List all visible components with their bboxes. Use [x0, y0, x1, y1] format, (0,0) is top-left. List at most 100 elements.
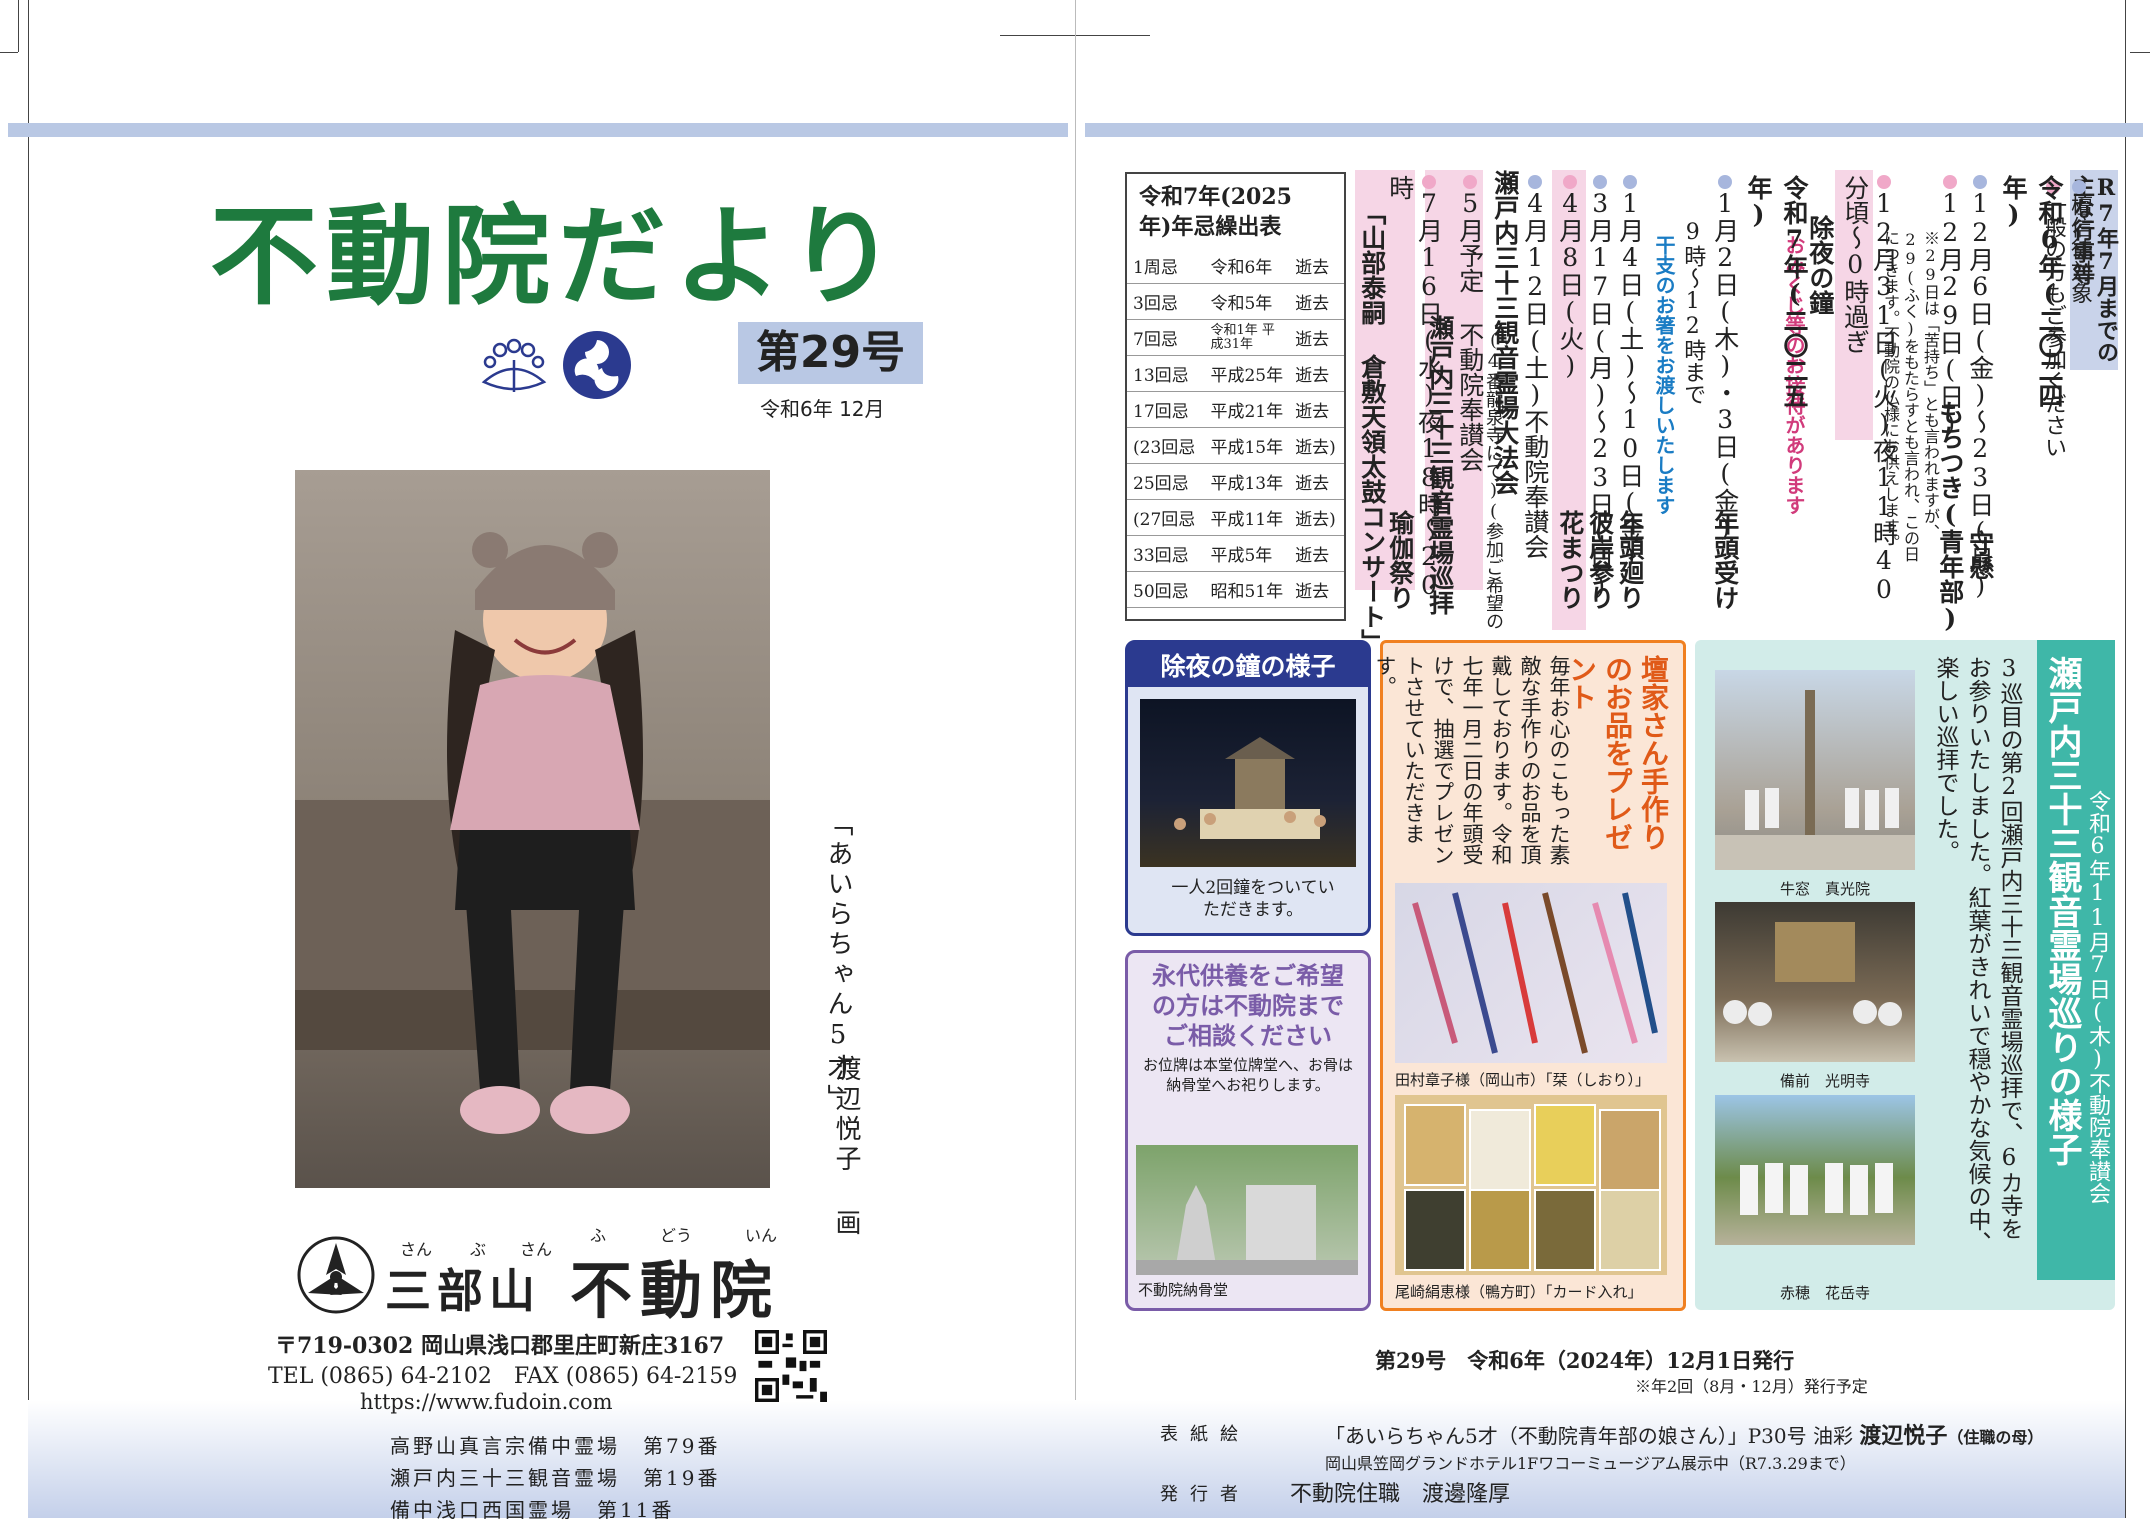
nenki-row: 50回忌 昭和51年 逝去 [1127, 571, 1344, 608]
eitai-panel: 永代供養をご希望の方は不動院までご相談ください お位牌は本堂位牌堂へ、お骨は納骨… [1125, 950, 1371, 1311]
temple-crest-icon [297, 1236, 375, 1314]
crop-mark [0, 52, 18, 53]
nenki-kaiki: (23回忌 [1127, 427, 1205, 464]
cover-label: 表紙絵 [1160, 1424, 1250, 1445]
masthead-title: 不動院だより [210, 195, 904, 320]
crop-mark [28, 0, 29, 70]
crop-mark [28, 70, 29, 1518]
nenki-kaiki: 13回忌 [1127, 355, 1205, 392]
publication-note: ※年2回（8月・12月）発行予定 [1635, 1377, 1868, 1396]
registrations: 高野山真言宗備中霊場 第79番 瀬戸内三十三観音霊場 第19番 備中浅口西国霊場… [390, 1430, 720, 1523]
cover-painting [295, 470, 770, 1188]
nenki-kaiki: 3回忌 [1127, 283, 1205, 320]
nenki-status: 逝去) [1289, 499, 1344, 536]
painting-artist: 渡辺悦子 画 [831, 1055, 861, 1239]
issue-date: 令和6年 12月 [760, 397, 885, 421]
publisher-label: 発行者 [1160, 1484, 1250, 1505]
event-2025-7-date: 5月予定 不動院奉讃会 [1455, 189, 1485, 472]
nenki-year: 令和6年 [1204, 248, 1290, 284]
nenki-row: 7回忌 令和1年 平成31年 逝去 [1127, 319, 1344, 356]
tel-fax: TEL (0865) 64-2102 FAX (0865) 64-2159 [268, 1364, 738, 1389]
nenki-kaiki: 50回忌 [1127, 571, 1205, 608]
temple-mountain-name: 三部山 [385, 1264, 541, 1318]
nenki-status: 逝去 [1289, 248, 1344, 284]
nenki-year: 令和1年 平成31年 [1204, 319, 1290, 356]
nenki-year: 昭和51年 [1204, 571, 1290, 608]
registration-2: 瀬戸内三十三観音霊場 第19番 [390, 1466, 721, 1490]
crop-mark [18, 0, 19, 52]
crop-mark [2130, 52, 2150, 53]
nenki-row: 25回忌 平成13年 逝去 [1127, 463, 1344, 500]
nenki-year: 平成15年 [1204, 427, 1290, 464]
issue-number: 第29号 [738, 322, 923, 384]
pink-dot-icon [1942, 175, 1957, 189]
present-photo-1 [1395, 883, 1667, 1063]
eitai-photo [1136, 1145, 1358, 1275]
junpai-title: 瀬戸内三十三観音霊場巡りの様子 [2042, 656, 2082, 1166]
blue-dot-icon [1717, 175, 1732, 189]
nenki-row: 13回忌 平成25年 逝去 [1127, 355, 1344, 392]
event-2025-1-date: 1月2日(木)・3日(金) [1710, 189, 1740, 542]
exhibit-note: 岡山県笠岡グランドホテル1Fワコーミュージアム展示中（R7.3.29まで） [1325, 1454, 1856, 1473]
junpai-photo-3 [1715, 1095, 1915, 1245]
event-2025-4-name: 彼岸参り [1585, 510, 1615, 610]
nenki-row: 17回忌 平成21年 逝去 [1127, 391, 1344, 428]
nenki-row: (23回忌 平成15年 逝去) [1127, 427, 1344, 464]
eitai-title: 永代供養をご希望の方は不動院までご相談ください [1152, 961, 1344, 1050]
temple-name: 不動院 [570, 1254, 781, 1327]
address: 〒719-0302 岡山県浅口郡里庄町新庄3167 [275, 1333, 725, 1359]
cover-text: 「あいらちゃん5才（不動院青年部の娘さん）」P30号 油彩 [1325, 1424, 1853, 1448]
cover-credit: 「あいらちゃん5才（不動院青年部の娘さん）」P30号 油彩 渡辺悦子（住職の母） [1325, 1418, 2043, 1450]
blue-dot-icon [1527, 175, 1542, 189]
publisher: 不動院住職 渡邊隆厚 [1290, 1482, 1511, 1507]
event-2025-1-name: 年頭受け [1710, 510, 1740, 610]
pink-dot-icon [1876, 175, 1891, 189]
junpai-caption-2: 備前 光明寺 [1780, 1072, 1871, 1090]
cover-relation: （住職の母） [1947, 1428, 2044, 1447]
nenki-year: 平成25年 [1204, 355, 1290, 392]
nenki-status: 逝去 [1289, 319, 1344, 356]
mitsudomoe-crest-icon [563, 331, 631, 399]
event-2025-6: 4月12日(土)不動院奉讃会 [1520, 175, 1550, 605]
present-text: 毎年お心のこもった素敵な手作りのお品を頂戴しております。令和七年一月二日の年頭受… [1373, 655, 1571, 865]
event-2025-3-name: 年頭廻り [1615, 510, 1645, 610]
blue-dot-icon [2072, 180, 2086, 194]
present-panel: 壇家さん手作りのお品をプレゼント 毎年お心のこもった素敵な手作りのお品を頂戴して… [1373, 640, 1686, 1311]
junpai-photo-2 [1715, 902, 1915, 1062]
blue-dot-icon [1592, 175, 1607, 189]
nenki-kaiki: 7回忌 [1127, 319, 1205, 356]
event-2025-time: 9時〜12時まで [1680, 220, 1706, 405]
junpai-text: 3巡目の第2回瀬戸内三十三観音霊場巡拝で、6カ寺をお参りいたしました。紅葉がきれ… [1932, 656, 2022, 1254]
nenki-title: 令和7年(2025年)年忌繰出表 [1139, 184, 1292, 240]
joya-title: 除夜の鐘の様子 [1128, 643, 1368, 687]
girl-painting-illustration [295, 532, 770, 1134]
nenki-year: 令和5年 [1204, 283, 1290, 320]
pink-dot-icon [1462, 175, 1477, 189]
present-title: 壇家さん手作りのお品をプレゼント [1565, 655, 1670, 851]
crop-mark [2125, 0, 2126, 1518]
registration-1: 高野山真言宗備中霊場 第79番 [390, 1434, 721, 1458]
joya-photo [1140, 699, 1356, 867]
nenki-kaiki: (27回忌 [1127, 499, 1205, 536]
nenki-kaiki: 1周忌 [1127, 248, 1205, 284]
website-link[interactable]: https://www.fudoin.com [360, 1390, 613, 1414]
event-2025-5-date: 4月8日(火) [1555, 189, 1585, 380]
nenki-kaiki: 17回忌 [1127, 391, 1205, 428]
nenki-table: 1周忌 令和6年 逝去 3回忌 令和5年 逝去 7回忌 令和1年 平成31年 逝去 13回忌 平成2… [1127, 248, 1344, 608]
pink-dot-icon [1562, 175, 1577, 189]
junpai-caption-1: 牛窓 真光院 [1780, 880, 1871, 898]
eto-note: 干支のお箸をお渡しいたします [1652, 235, 1676, 515]
nenki-status: 逝去 [1289, 283, 1344, 320]
blue-dot-icon [1972, 175, 1987, 189]
event-2025-7: 5月予定 不動院奉讃会 [1455, 175, 1485, 605]
registration-3: 備中浅口西国霊場 第11番 [390, 1498, 675, 1522]
junpai-panel: 瀬戸内三十三観音霊場巡りの様子 令和6年11月7日(木)不動院奉讃会 3巡目の第… [1695, 640, 2115, 1310]
event-2024-3: 12月31日(火)夜11時40分頃〜0時過ぎ [1840, 175, 1899, 605]
paulownia-crest-icon [481, 338, 547, 392]
top-band-left [8, 123, 1068, 137]
nenki-status: 逝去 [1289, 355, 1344, 392]
blue-dot-icon [1622, 175, 1637, 189]
nenki-kaiki: 33回忌 [1127, 535, 1205, 572]
qr-code-icon [755, 1330, 827, 1402]
event-2025-5-name: 花まつり [1555, 510, 1585, 610]
